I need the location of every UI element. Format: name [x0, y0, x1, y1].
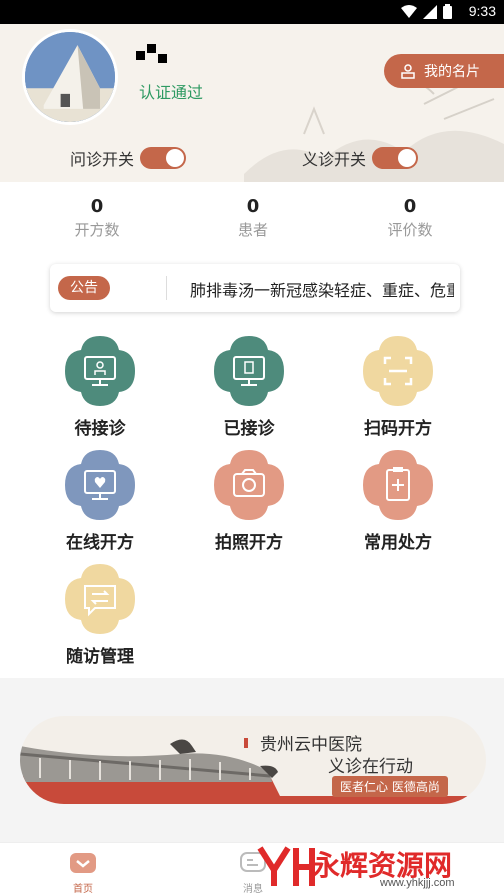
photo-prescribe-button[interactable]: 拍照开方: [189, 446, 309, 553]
free-clinic-banner[interactable]: 贵州云中医院 义诊在行动 医者仁心 医德高尚: [20, 716, 486, 804]
announcement-text: 肺排毒汤一新冠感染轻症、重症、危重症: [190, 281, 454, 300]
follow-up-button[interactable]: 随访管理: [40, 560, 160, 667]
announcement-bar[interactable]: 公告 肺排毒汤一新冠感染轻症、重症、危重症: [50, 264, 460, 312]
stat-label: 开方数: [74, 221, 120, 239]
message-transfer-icon: [61, 560, 139, 638]
watermark-logo-icon: [257, 846, 315, 886]
stat-value: 0: [90, 196, 104, 217]
watermark-url: www.yhkjjj.com: [380, 877, 455, 889]
function-label: 待接诊: [74, 419, 126, 439]
consult-toggle-label: 问诊开关: [70, 150, 135, 169]
status-icons: [401, 4, 452, 19]
clipboard-plus-icon: [359, 446, 437, 524]
free-clinic-toggle[interactable]: [372, 147, 419, 169]
monitor-document-icon: [210, 332, 288, 410]
function-label: 随访管理: [66, 647, 134, 667]
my-card-button[interactable]: 我的名片: [384, 54, 504, 88]
certification-status: 认证通过: [139, 83, 204, 102]
divider: [166, 276, 167, 300]
tab-label: 首页: [73, 884, 93, 895]
stat-prescriptions[interactable]: 0 开方数: [47, 196, 147, 240]
consult-toggle-row: 问诊开关: [70, 146, 187, 170]
my-card-label: 我的名片: [424, 64, 480, 80]
function-label: 常用处方: [364, 533, 432, 553]
home-icon: [70, 853, 96, 873]
function-label: 扫码开方: [364, 419, 432, 439]
stat-label: 患者: [237, 221, 268, 239]
online-prescribe-button[interactable]: 在线开方: [40, 446, 160, 553]
stat-value: 0: [246, 196, 260, 217]
pending-consult-button[interactable]: 待接诊: [40, 332, 160, 439]
battery-icon: [443, 4, 452, 19]
free-clinic-toggle-row: 义诊开关: [302, 146, 419, 170]
signal-icon: [423, 4, 437, 19]
profile-header: 认证通过 我的名片 问诊开关 义诊开关: [0, 24, 504, 182]
stat-label: 评价数: [387, 221, 433, 239]
function-label: 在线开方: [66, 533, 134, 553]
common-prescription-button[interactable]: 常用处方: [338, 446, 458, 553]
scan-prescribe-button[interactable]: 扫码开方: [338, 332, 458, 439]
banner-subtitle: 义诊在行动: [328, 757, 413, 777]
banner-slogan: 医者仁心 医德高尚: [332, 776, 448, 797]
camera-icon: [210, 446, 288, 524]
free-clinic-toggle-label: 义诊开关: [302, 150, 367, 169]
tab-home[interactable]: 首页: [48, 849, 118, 895]
announcement-tag: 公告: [58, 276, 110, 300]
id-card-icon: [401, 64, 415, 79]
stat-reviews[interactable]: 0 评价数: [360, 196, 460, 240]
avatar[interactable]: [22, 29, 118, 125]
consult-toggle[interactable]: [140, 147, 187, 169]
status-bar: 9:33: [0, 0, 504, 24]
site-watermark: 永辉资源网 www.yhkjjj.com: [250, 842, 504, 896]
function-label: 已接诊: [223, 419, 275, 439]
monitor-heart-icon: [61, 446, 139, 524]
status-time: 9:33: [468, 3, 496, 19]
avatar-image: [25, 32, 115, 122]
wifi-icon: [401, 4, 417, 18]
stat-value: 0: [403, 196, 417, 217]
main-panel: 0 开方数 0 患者 0 评价数 公告 肺排毒汤一新冠感染轻症、重症、危重症 待…: [0, 182, 504, 678]
monitor-doctor-icon: [61, 332, 139, 410]
user-name-redacted: [136, 44, 167, 63]
stat-patients[interactable]: 0 患者: [203, 196, 303, 240]
scan-icon: [359, 332, 437, 410]
received-consult-button[interactable]: 已接诊: [189, 332, 309, 439]
function-label: 拍照开方: [215, 533, 283, 553]
